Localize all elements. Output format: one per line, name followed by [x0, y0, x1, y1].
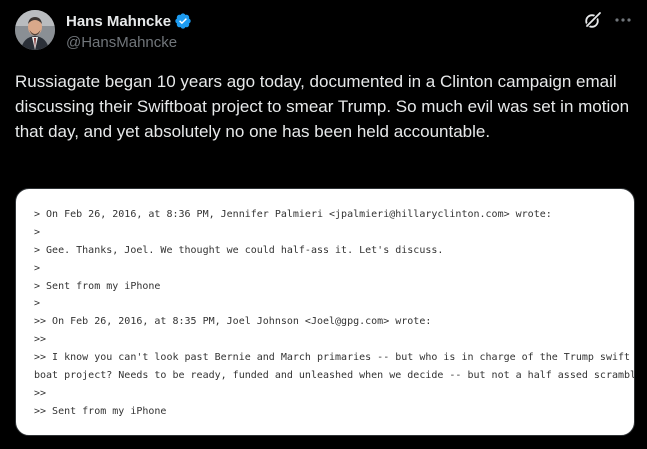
tweet: Hans Mahncke @HansMahncke Russiagate beg…	[0, 0, 647, 449]
email-line: >> I know you can't look past Bernie and…	[34, 352, 631, 364]
email-line: >> On Feb 26, 2016, at 8:35 PM, Joel Joh…	[34, 316, 432, 328]
email-line: > Sent from my iPhone	[34, 280, 161, 292]
email-line: >	[34, 226, 41, 238]
more-icon[interactable]	[613, 10, 633, 30]
email-lines: > On Feb 26, 2016, at 8:36 PM, Jennifer …	[34, 206, 635, 421]
name-row: Hans Mahncke	[66, 11, 192, 31]
avatar-photo	[15, 10, 55, 50]
avatar[interactable]	[15, 10, 55, 50]
author-block: Hans Mahncke @HansMahncke	[66, 11, 192, 51]
user-handle[interactable]: @HansMahncke	[66, 34, 192, 51]
email-screenshot-image[interactable]: > On Feb 26, 2016, at 8:36 PM, Jennifer …	[15, 188, 635, 436]
email-line: >	[34, 298, 41, 310]
email-line: >>	[34, 387, 47, 399]
email-line: boat project? Needs to be ready, funded …	[34, 370, 635, 382]
email-line: > On Feb 26, 2016, at 8:36 PM, Jennifer …	[34, 209, 552, 220]
display-name[interactable]: Hans Mahncke	[66, 13, 171, 30]
email-line: >	[34, 262, 41, 274]
tweet-text: Russiagate began 10 years ago today, doc…	[15, 72, 634, 141]
email-line: >>	[34, 334, 47, 346]
email-line: >> Sent from my iPhone	[34, 405, 167, 417]
verified-badge-icon[interactable]	[174, 12, 192, 30]
email-line: > Gee. Thanks, Joel. We thought we could…	[34, 244, 444, 256]
grok-icon[interactable]	[583, 10, 603, 30]
top-actions	[583, 10, 633, 30]
